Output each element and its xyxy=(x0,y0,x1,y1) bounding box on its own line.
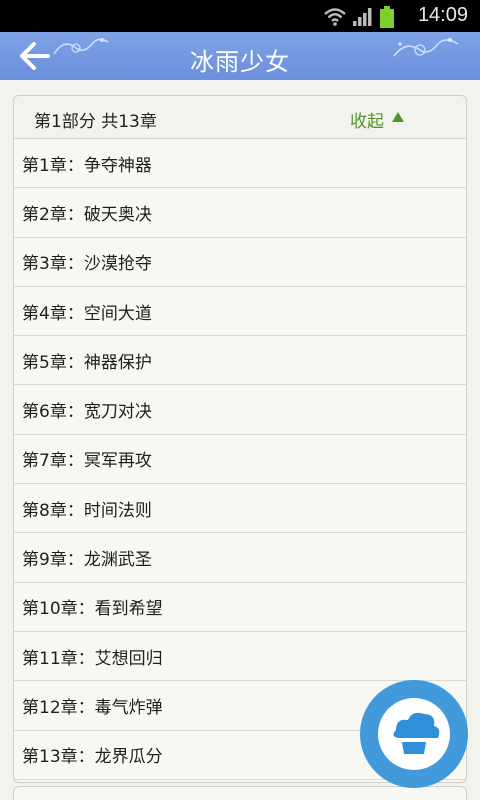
vmall-watermark-logo xyxy=(360,680,468,788)
chapter-item[interactable]: 第6章：宽刀对决 xyxy=(14,385,466,435)
chapter-title: 第6章：宽刀对决 xyxy=(22,402,152,423)
chapter-title: 第12章：毒气炸弹 xyxy=(22,697,163,718)
chapter-item[interactable]: 第9章：龙渊武圣 xyxy=(14,533,466,583)
chapter-title: 第5章：神器保护 xyxy=(22,352,152,373)
signal-icon xyxy=(353,8,372,26)
chapter-title: 第7章：冥军再攻 xyxy=(22,451,152,472)
part-header[interactable]: 第1部分 共13章 收起 xyxy=(14,96,466,139)
chapter-title: 第3章：沙漠抢夺 xyxy=(22,254,152,275)
chapter-item[interactable]: 第8章：时间法则 xyxy=(14,484,466,534)
status-time: 14:09 xyxy=(417,4,468,26)
wifi-icon xyxy=(324,8,346,26)
chapter-title: 第1章：争夺神器 xyxy=(22,155,152,176)
part-label: 第1部分 共13章 xyxy=(34,112,157,132)
chapter-item[interactable]: 第10章：看到希望 xyxy=(14,583,466,632)
chapter-item[interactable]: 第1章：争夺神器 xyxy=(14,139,466,189)
status-bar: 14:09 xyxy=(0,0,480,32)
chapter-title: 第4章：空间大道 xyxy=(22,303,152,324)
chapter-title: 第9章：龙渊武圣 xyxy=(22,550,152,571)
collapse-arrow-icon[interactable] xyxy=(392,112,404,122)
chapter-title: 第13章：龙界瓜分 xyxy=(22,747,163,768)
chapter-item[interactable]: 第4章：空间大道 xyxy=(14,287,466,337)
chapter-item[interactable]: 第2章：破天奥决 xyxy=(14,188,466,238)
chapter-title: 第2章：破天奥决 xyxy=(22,204,152,225)
chapter-item[interactable]: 第7章：冥军再攻 xyxy=(14,435,466,485)
chapter-title: 第8章：时间法则 xyxy=(22,500,152,521)
status-icons xyxy=(324,6,394,28)
battery-icon xyxy=(380,6,394,28)
chapter-title: 第10章：看到希望 xyxy=(22,599,163,620)
chapter-item[interactable]: 第5章：神器保护 xyxy=(14,336,466,386)
chapter-title: 第11章：艾想回归 xyxy=(22,648,163,669)
chapter-item[interactable]: 第11章：艾想回归 xyxy=(14,632,466,682)
app-bar: 冰雨少女 xyxy=(0,32,480,80)
chapter-item[interactable]: 第3章：沙漠抢夺 xyxy=(14,238,466,287)
decorative-swirl-icon xyxy=(393,38,459,57)
collapse-button[interactable]: 收起 xyxy=(350,107,384,132)
